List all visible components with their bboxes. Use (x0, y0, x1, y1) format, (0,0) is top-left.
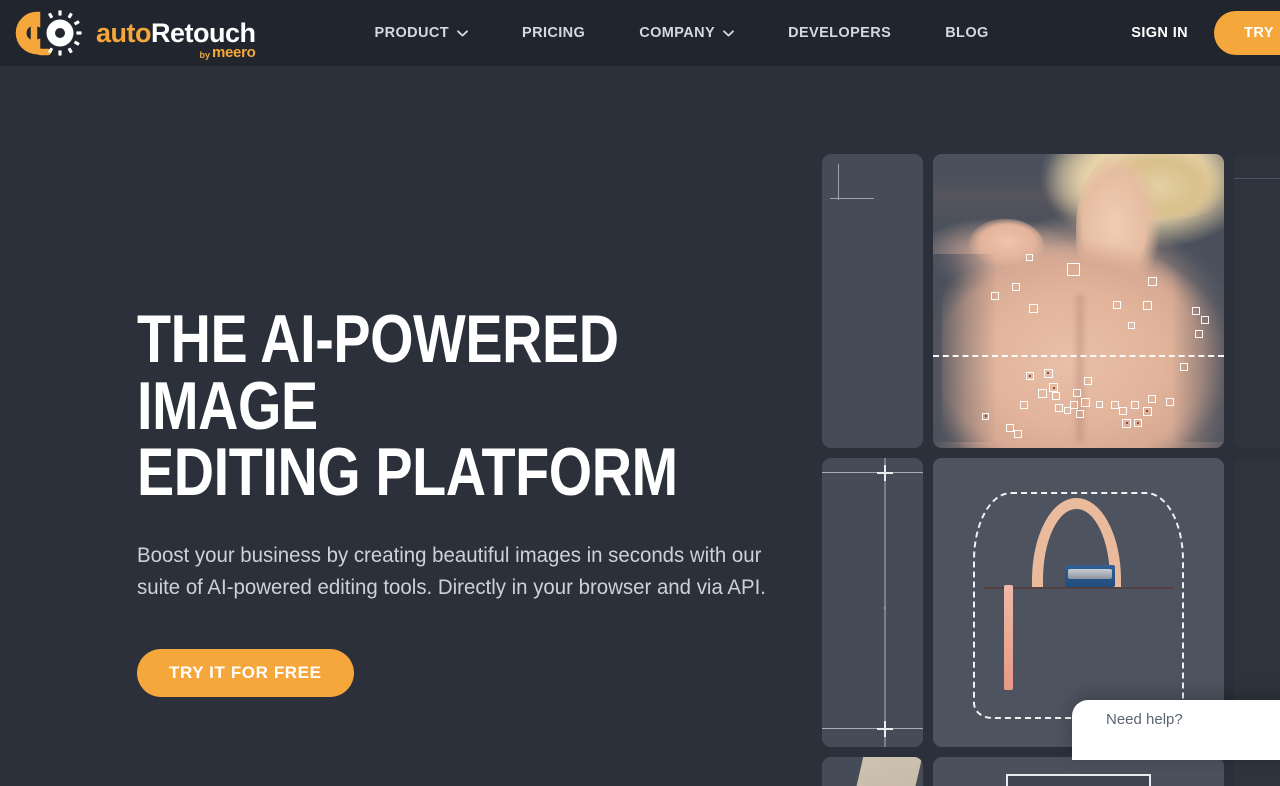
nav-item-pricing-label: PRICING (522, 25, 586, 41)
brand-parent-company: by meero (199, 44, 255, 61)
autoretouch-aperture-logo-icon (15, 10, 82, 56)
chevron-down-icon (457, 29, 468, 36)
edge-tile-bottom-right[interactable] (1234, 757, 1280, 786)
brand-name-auto: auto (96, 17, 152, 48)
tan-product-tile[interactable] (822, 757, 923, 786)
brand-parent-name: meero (211, 43, 256, 61)
nav-item-product-label: PRODUCT (374, 25, 449, 41)
nav-item-product[interactable]: PRODUCT (348, 25, 496, 41)
brand-logo[interactable]: autoRetouch by meero (8, 7, 256, 61)
sign-in-link[interactable]: SIGN IN (1105, 25, 1214, 41)
crop-guides-tile[interactable] (822, 154, 923, 448)
edge-tile-top-right[interactable] (1234, 154, 1280, 448)
chat-widget[interactable]: Need help? (1072, 700, 1280, 760)
brand-wordmark: autoRetouch by meero (96, 17, 256, 61)
brand-name: autoRetouch (96, 17, 256, 48)
top-navigation-bar: autoRetouch by meero PRODUCT PRICING COM… (0, 0, 1280, 66)
hero-image-gallery (822, 154, 1280, 786)
main-menu: PRODUCT PRICING COMPANY DEVELOPERS BLOG (348, 25, 1016, 41)
try-it-for-free-button[interactable]: TRY IT FOR FREE (137, 648, 354, 697)
page-title: THE AI-POWERED IMAGE EDITING PLATFORM (137, 301, 678, 511)
chevron-down-icon (723, 29, 734, 36)
nav-item-blog-label: BLOG (945, 25, 989, 41)
brand-by-label: by (199, 49, 210, 60)
try-button[interactable]: TRY (1214, 11, 1280, 55)
background-removal-path[interactable] (972, 492, 1185, 719)
nav-item-company-label: COMPANY (639, 25, 716, 41)
crosshair-guides-tile[interactable] (822, 458, 923, 747)
blue-product-tile[interactable] (933, 757, 1224, 786)
nav-item-company[interactable]: COMPANY (612, 25, 761, 41)
skin-retouch-photo[interactable] (933, 154, 1224, 448)
nav-item-developers[interactable]: DEVELOPERS (761, 25, 918, 41)
nav-item-blog[interactable]: BLOG (918, 25, 1016, 41)
skin-photo-image (933, 154, 1224, 448)
before-after-divider[interactable] (933, 355, 1224, 358)
nav-item-pricing[interactable]: PRICING (495, 25, 612, 41)
nav-actions: SIGN IN TRY (1105, 0, 1280, 66)
hero-subtitle: Boost your business by creating beautifu… (137, 542, 766, 599)
hero-copy: THE AI-POWERED IMAGE EDITING PLATFORM Bo… (137, 301, 817, 697)
hero-section: THE AI-POWERED IMAGE EDITING PLATFORM Bo… (0, 66, 1280, 786)
nav-item-developers-label: DEVELOPERS (788, 25, 892, 41)
